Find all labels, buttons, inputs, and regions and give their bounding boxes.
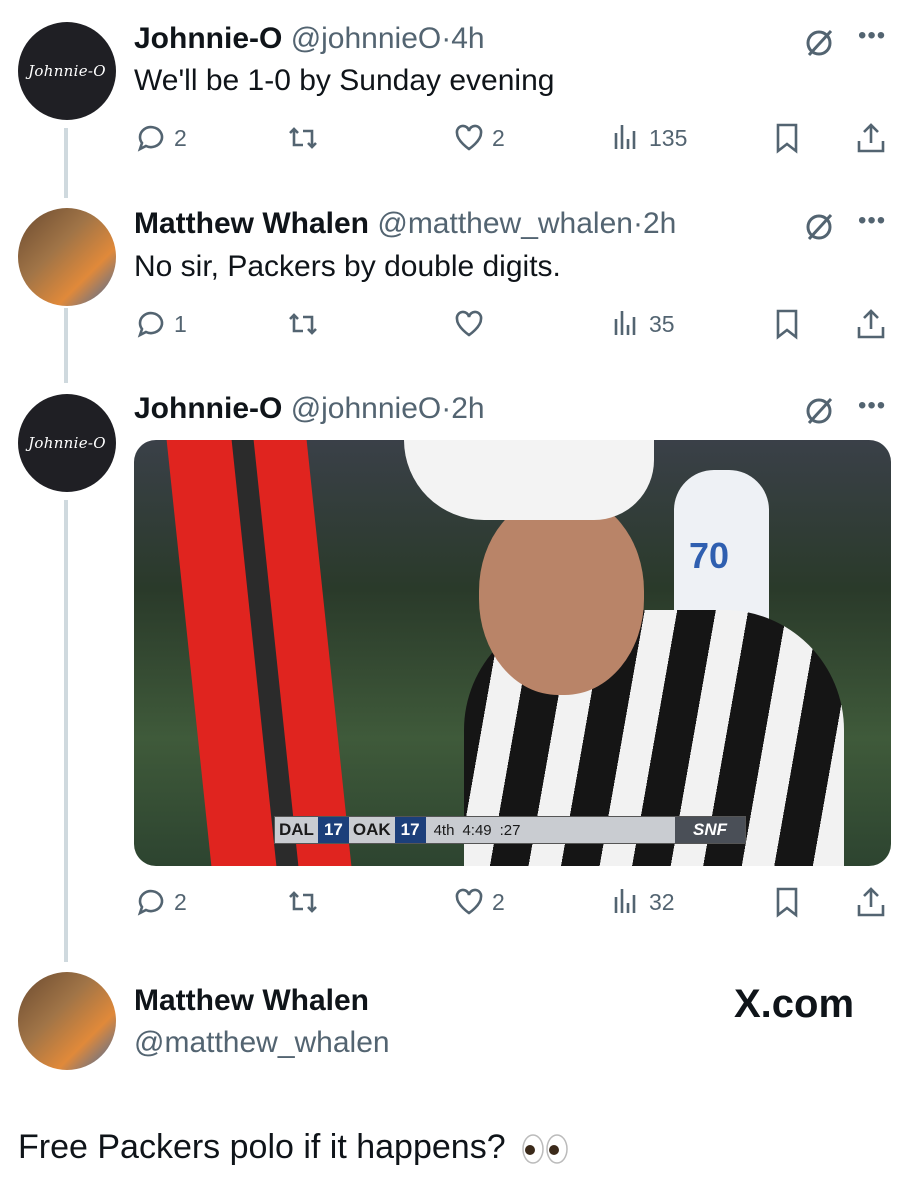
tweet-actions: 2 2 135 <box>134 118 894 158</box>
like-icon <box>455 124 483 151</box>
separator: · <box>632 207 643 240</box>
referee-face <box>479 495 644 695</box>
author-name[interactable]: Matthew Whalen <box>134 207 369 240</box>
share-icon <box>857 887 885 917</box>
eyes-emoji-icon <box>522 1134 568 1164</box>
xcom-watermark: X.com <box>734 982 855 1026</box>
separator: · <box>441 392 452 425</box>
like-icon <box>455 888 483 915</box>
share-icon <box>857 309 885 339</box>
more-icon[interactable]: ••• <box>858 207 886 235</box>
team2-score: 17 <box>394 817 426 843</box>
reply-icon <box>137 125 164 152</box>
jersey-number: 70 <box>689 535 730 576</box>
views-icon <box>614 125 636 149</box>
tweet-header: Johnnie-O @johnnieO·2h <box>134 392 485 426</box>
repost-button[interactable] <box>286 304 326 344</box>
views-count: 32 <box>649 888 675 915</box>
tweet-text-content: Free Packers polo if it happens? <box>18 1128 506 1166</box>
like-count: 2 <box>492 888 505 915</box>
more-icon[interactable]: ••• <box>858 22 886 50</box>
separator: · <box>441 22 452 55</box>
avatar-logo-text: Johnnie-O <box>28 434 106 452</box>
author-handle[interactable]: @johnnieO <box>291 392 442 425</box>
bookmark-button[interactable] <box>770 304 804 344</box>
referee-cap <box>404 440 654 520</box>
timestamp[interactable]: 2h <box>451 392 484 425</box>
author-name-text: Matthew Whalen <box>134 984 370 1017</box>
avatar[interactable]: Johnnie-O <box>18 22 116 120</box>
author-name[interactable]: Johnnie-O <box>134 22 282 55</box>
more-icon[interactable]: ••• <box>858 392 886 420</box>
share-button[interactable] <box>854 304 888 344</box>
quarter: 4th <box>433 821 455 839</box>
views-button[interactable]: 35 <box>609 304 675 344</box>
views-icon <box>614 889 636 913</box>
repost-icon <box>289 127 317 149</box>
repost-icon <box>289 891 317 913</box>
views-button[interactable]: 32 <box>609 882 675 922</box>
reply-button[interactable]: 2 <box>134 118 187 158</box>
thread-line <box>64 308 68 383</box>
tweet-header: Matthew Whalen @matthew_whalen·2h <box>134 207 676 241</box>
reply-count: 2 <box>174 888 187 915</box>
views-count: 35 <box>649 310 675 337</box>
author-name[interactable]: Johnnie-O <box>134 392 282 425</box>
author-handle[interactable]: @matthew_whalen <box>377 207 633 240</box>
bookmark-button[interactable] <box>770 118 804 158</box>
like-button[interactable]: 2 <box>452 118 505 158</box>
scorebug: DAL 17 OAK 17 4th 4:49 :27 SNF <box>274 816 746 844</box>
reply-icon <box>137 889 164 916</box>
game-clock: 4:49 <box>462 821 492 839</box>
timestamp[interactable]: 2h <box>643 207 676 240</box>
bookmark-icon <box>776 309 798 340</box>
share-button[interactable] <box>854 118 888 158</box>
repost-button[interactable] <box>286 118 326 158</box>
avatar[interactable]: Johnnie-O <box>18 394 116 492</box>
bookmark-icon <box>776 887 798 918</box>
grok-icon[interactable] <box>802 26 836 60</box>
share-button[interactable] <box>854 882 888 922</box>
tweet-text: No sir, Packers by double digits. <box>134 250 561 283</box>
tweet-text: We'll be 1-0 by Sunday evening <box>134 64 555 97</box>
tweet-actions: 1 35 <box>134 304 894 344</box>
team1-score: 17 <box>317 817 349 843</box>
avatar[interactable] <box>18 972 116 1070</box>
tweet-text: Free Packers polo if it happens? <box>18 1128 569 1167</box>
like-count: 2 <box>492 124 505 151</box>
like-icon <box>455 310 483 337</box>
reply-icon <box>137 311 164 338</box>
tweet-header: Johnnie-O @johnnieO·4h <box>134 22 485 56</box>
bookmark-button[interactable] <box>770 882 804 922</box>
timestamp[interactable]: 4h <box>451 22 484 55</box>
author-name[interactable]: Matthew Whalen <box>134 984 369 1018</box>
reply-button[interactable]: 2 <box>134 882 187 922</box>
views-button[interactable]: 135 <box>609 118 687 158</box>
avatar[interactable] <box>18 208 116 306</box>
views-count: 135 <box>649 124 688 151</box>
reply-button[interactable]: 1 <box>134 304 187 344</box>
author-handle[interactable]: @matthew_whalen <box>134 1026 390 1060</box>
thread-line <box>64 128 68 198</box>
views-icon <box>614 311 636 335</box>
reply-count: 1 <box>174 310 187 337</box>
grok-icon[interactable] <box>802 210 836 244</box>
team2-label: OAK <box>352 820 391 839</box>
like-button[interactable] <box>452 304 492 344</box>
bookmark-icon <box>776 123 798 154</box>
repost-icon <box>289 313 317 335</box>
team1-label: DAL <box>279 820 314 839</box>
tweet-actions: 2 2 32 <box>134 882 894 922</box>
network-label: SNF <box>675 817 745 843</box>
share-icon <box>857 123 885 153</box>
tweet-media-image[interactable]: 70 DAL 17 OAK 17 4th 4:49 :27 SNF <box>134 440 891 866</box>
reply-count: 2 <box>174 124 187 151</box>
thread-line <box>64 500 68 962</box>
avatar-logo-text: Johnnie-O <box>28 62 106 80</box>
repost-button[interactable] <box>286 882 326 922</box>
like-button[interactable]: 2 <box>452 882 505 922</box>
author-handle[interactable]: @johnnieO <box>291 22 442 55</box>
grok-icon[interactable] <box>802 394 836 428</box>
play-clock: :27 <box>499 821 521 839</box>
